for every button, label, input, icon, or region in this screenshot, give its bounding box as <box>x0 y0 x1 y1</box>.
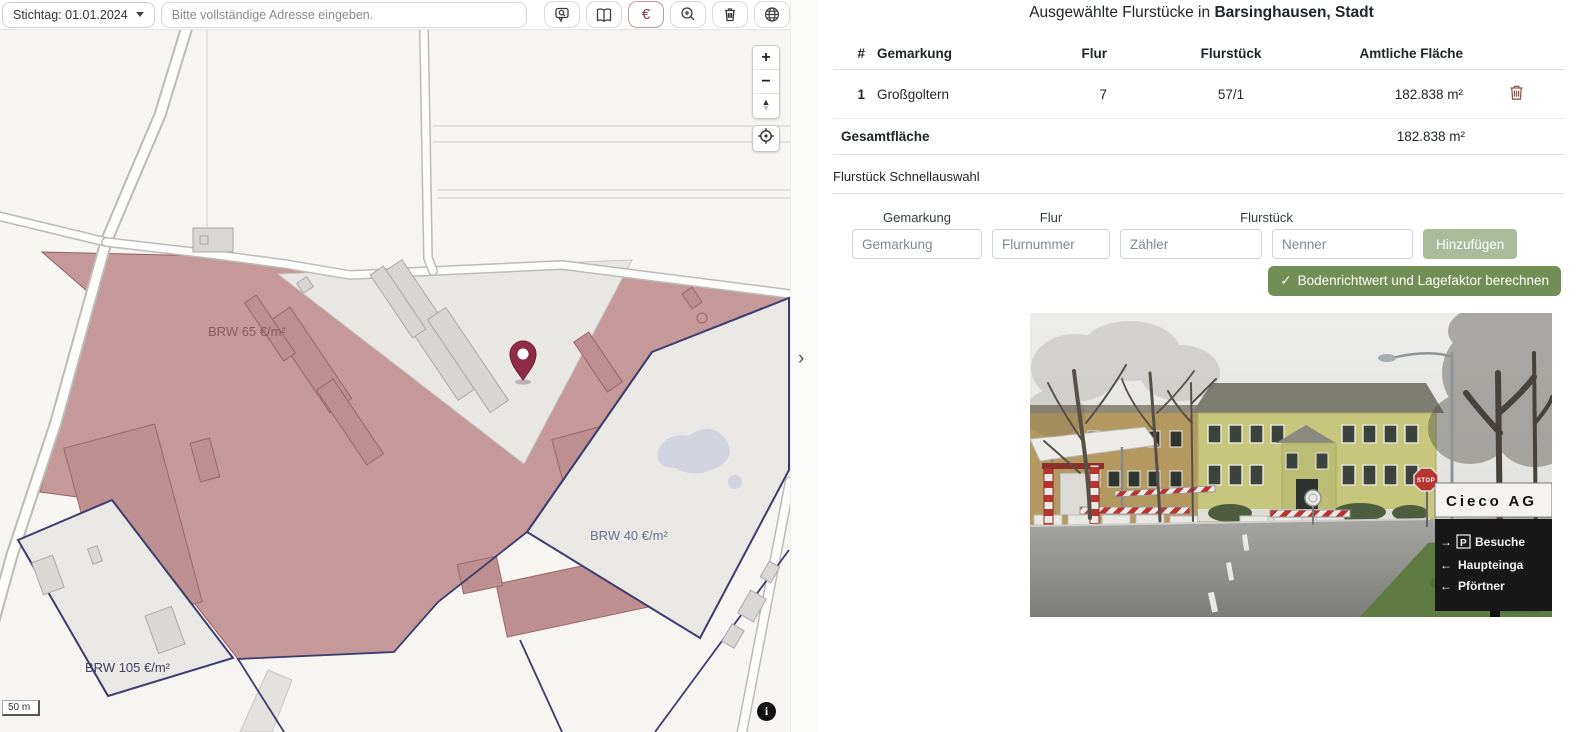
calculate-button[interactable]: ✓ Bodenrichtwert und Lagefaktor berechnen <box>1268 266 1561 296</box>
delete-row-button[interactable] <box>1507 82 1526 106</box>
col-header-flur: Flur <box>1049 38 1111 70</box>
sign-arrow-right-icon: → <box>1440 535 1452 549</box>
compass-control[interactable]: ▲ ▼ <box>753 94 779 118</box>
sign-line1-text: Besuche <box>1475 535 1525 549</box>
brw105-label: BRW 105 €/m² <box>85 660 171 675</box>
basemap-button[interactable] <box>754 1 790 28</box>
brw65-label: BRW 65 €/m² <box>208 324 286 339</box>
col-header-gemarkung: Gemarkung <box>869 38 1049 70</box>
col-header-flurstueck: Flurstück <box>1111 38 1351 70</box>
quick-select-form: Gemarkung Flur Flurstück Hinzufügen ✓ Bod… <box>852 210 1585 296</box>
company-sign-title: Cieco AG <box>1446 493 1537 510</box>
geolocate-button[interactable] <box>752 125 780 152</box>
address-search-input[interactable] <box>161 2 527 28</box>
property-photo: STOP Cieco AG → P Besuche ← Haupteinga <box>1030 313 1552 617</box>
add-flurstueck-button[interactable]: Hinzufügen <box>1423 229 1517 259</box>
col-header-flaeche: Amtliche Fläche <box>1351 38 1467 70</box>
col-header-num: # <box>833 38 869 70</box>
flurstueck-panel: Ausgewählte Flurstücke in Barsinghausen,… <box>818 0 1585 732</box>
parking-badge: P <box>1460 538 1467 549</box>
row-flaeche: 182.838 m² <box>1351 70 1467 119</box>
gemarkung-input[interactable] <box>852 229 982 259</box>
target-icon <box>757 127 775 150</box>
app-window: Stichtag: 01.01.2024 <box>0 0 1585 732</box>
total-area-row: Gesamtfläche 182.838 m² <box>833 119 1565 155</box>
title-city: Barsinghausen, Stadt <box>1214 4 1373 21</box>
page-title: Ausgewählte Flurstücke in Barsinghausen,… <box>818 4 1585 22</box>
nenner-input[interactable] <box>1272 229 1413 259</box>
location-search-icon <box>552 6 572 24</box>
row-flur: 7 <box>1049 70 1111 119</box>
open-book-icon <box>594 6 614 24</box>
roadside-building <box>193 228 233 252</box>
flurstueck-table: # Gemarkung Flur Flurstück Amtliche Fläc… <box>833 38 1565 119</box>
brw40-label: BRW 40 €/m² <box>590 528 668 543</box>
label-gemarkung: Gemarkung <box>852 210 982 225</box>
atlas-button[interactable] <box>586 1 622 28</box>
row-gemarkung: Großgoltern <box>869 70 1049 119</box>
panel-divider: › <box>790 0 818 732</box>
total-area-value: 182.838 m² <box>1397 129 1465 144</box>
zaehler-input[interactable] <box>1120 229 1262 259</box>
calculate-button-label: Bodenrichtwert und Lagefaktor berechnen <box>1298 273 1549 288</box>
sign-arrow-left-icon-2: ← <box>1440 579 1452 593</box>
zoom-out-button[interactable]: − <box>753 70 779 94</box>
stichtag-label: Stichtag: 01.01.2024 <box>13 8 128 22</box>
row-flurstueck: 57/1 <box>1111 70 1351 119</box>
zoom-search-button[interactable] <box>670 1 706 28</box>
table-row: 1 Großgoltern 7 57/1 182.838 m² <box>833 70 1565 119</box>
title-prefix: Ausgewählte Flurstücke in <box>1029 4 1214 21</box>
map-canvas[interactable]: BRW 65 €/m² BRW 40 €/m² BRW 105 €/m² <box>0 30 790 732</box>
company-sign: Cieco AG → P Besuche ← Haupteinga ← Pför… <box>1435 483 1552 617</box>
map-info-button[interactable]: i <box>757 702 776 721</box>
sign-line2-text: Haupteinga <box>1458 558 1524 572</box>
map-pane: Stichtag: 01.01.2024 <box>0 0 790 732</box>
zoom-in-button[interactable]: + <box>753 46 779 70</box>
compass-south-icon: ▼ <box>762 106 771 112</box>
map-scalebar: 50 m <box>2 700 40 716</box>
label-flur: Flur <box>992 210 1110 225</box>
globe-icon <box>762 5 782 24</box>
locate-address-button[interactable] <box>544 1 580 28</box>
check-icon: ✓ <box>1280 273 1291 288</box>
euro-icon: € <box>642 7 650 22</box>
chevron-down-icon <box>136 12 144 17</box>
sign-line3-text: Pförtner <box>1458 579 1505 593</box>
trash-icon <box>720 5 740 24</box>
magnifier-plus-icon <box>678 5 698 24</box>
trash-icon <box>1509 89 1524 104</box>
sign-arrow-left-icon: ← <box>1440 558 1452 572</box>
stop-sign-text: STOP <box>1417 478 1435 484</box>
row-num: 1 <box>833 70 869 119</box>
quick-select-heading: Flurstück Schnellauswahl <box>833 169 1565 194</box>
flurnummer-input[interactable] <box>992 229 1110 259</box>
collapse-chevron-icon[interactable]: › <box>798 348 804 370</box>
map-zoom-control: + − ▲ ▼ <box>752 45 780 119</box>
label-flurstueck: Flurstück <box>1120 210 1413 225</box>
stichtag-select[interactable]: Stichtag: 01.01.2024 <box>2 2 155 28</box>
map-toolbar: Stichtag: 01.01.2024 <box>0 0 790 30</box>
table-header-row: # Gemarkung Flur Flurstück Amtliche Fläc… <box>833 38 1565 70</box>
toolbar-icon-group: € <box>544 1 790 28</box>
bodenrichtwert-euro-button[interactable]: € <box>628 1 664 28</box>
total-area-label: Gesamtfläche <box>833 129 930 144</box>
clear-map-button[interactable] <box>712 1 748 28</box>
